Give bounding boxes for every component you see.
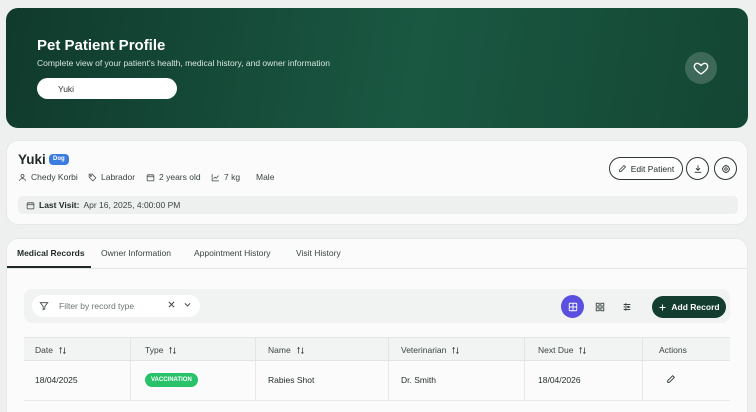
filter-icon <box>39 302 49 311</box>
last-visit-label: Last Visit: <box>39 200 80 210</box>
patient-search-input[interactable] <box>37 78 177 99</box>
plus-icon <box>659 304 666 310</box>
last-visit-bar: Last Visit: Apr 16, 2025, 4:00:00 PM <box>18 196 738 214</box>
edit-patient-label: Edit Patient <box>630 163 675 174</box>
records-toolbar: Filter by record type Add Record <box>24 289 730 323</box>
weight-meta: 7 kg <box>211 171 240 183</box>
user-icon <box>19 173 26 181</box>
tab-appointment-history[interactable]: Appointment History <box>194 248 271 258</box>
age-meta: 2 years old <box>146 171 201 183</box>
owner-name: Chedy Korbi <box>31 172 78 182</box>
filter-actions <box>167 300 192 309</box>
tab-medical-records[interactable]: Medical Records <box>17 248 85 258</box>
medical-records-table: Date Type Name Veterinarian Next Due Act… <box>24 337 730 401</box>
age: 2 years old <box>159 172 201 182</box>
column-actions: Actions <box>659 345 687 355</box>
record-type-badge: VACCINATION <box>145 373 198 387</box>
tab-owner-information[interactable]: Owner Information <box>101 248 171 258</box>
cell-date: 18/04/2025 <box>35 375 78 385</box>
sort-icon <box>296 346 304 354</box>
sex: Male <box>256 172 275 182</box>
chart-line-icon <box>211 173 219 181</box>
record-type-filter[interactable]: Filter by record type <box>32 295 200 317</box>
calendar-icon <box>26 201 35 209</box>
column-next-due[interactable]: Next Due <box>538 345 587 355</box>
breed: Labrador <box>101 172 136 182</box>
pet-name: Yuki <box>18 152 46 167</box>
column-type[interactable]: Type <box>145 345 177 355</box>
pencil-icon <box>667 375 675 383</box>
column-name[interactable]: Name <box>268 345 305 355</box>
owner-meta: Chedy Korbi <box>18 171 78 183</box>
filters-button[interactable] <box>615 295 638 318</box>
column-veterinarian[interactable]: Veterinarian <box>401 345 460 355</box>
sliders-icon <box>623 302 630 311</box>
add-record-button[interactable]: Add Record <box>652 296 726 318</box>
calendar-icon <box>146 173 155 181</box>
breed-meta: Labrador <box>88 171 135 183</box>
sex-meta: Male <box>256 171 274 183</box>
page-title: Pet Patient Profile <box>37 37 166 54</box>
table-header: Date Type Name Veterinarian Next Due Act… <box>24 337 730 361</box>
gear-icon <box>721 164 730 173</box>
hero-banner: Pet Patient Profile Complete view of you… <box>6 8 748 128</box>
sort-icon <box>169 346 177 354</box>
tab-bar: Medical Records Owner Information Appoin… <box>7 239 747 269</box>
close-icon[interactable] <box>167 300 176 309</box>
cell-next-due: 18/04/2026 <box>538 375 581 385</box>
grid-view-button[interactable] <box>588 295 611 318</box>
add-record-label: Add Record <box>671 302 720 312</box>
table-view-button[interactable] <box>561 295 584 318</box>
column-date[interactable]: Date <box>35 345 67 355</box>
tab-visit-history[interactable]: Visit History <box>296 248 341 258</box>
last-visit-value: Apr 16, 2025, 4:00:00 PM <box>83 200 181 210</box>
chevron-down-icon[interactable] <box>183 300 192 309</box>
sort-icon <box>579 346 587 354</box>
weight: 7 kg <box>224 172 241 182</box>
records-card: Medical Records Owner Information Appoin… <box>6 238 748 412</box>
sort-icon <box>452 346 460 354</box>
download-icon <box>694 164 701 173</box>
page-subtitle: Complete view of your patient's health, … <box>37 58 330 68</box>
sort-icon <box>59 346 66 354</box>
pencil-icon <box>618 164 626 172</box>
filter-placeholder: Filter by record type <box>59 301 135 311</box>
table-icon <box>568 302 577 311</box>
grid-icon <box>595 302 604 311</box>
patient-profile-card: Yuki Dog Chedy Korbi Labrador 2 years ol… <box>6 140 748 225</box>
active-tab-indicator <box>7 266 91 268</box>
cell-veterinarian: Dr. Smith <box>401 375 436 385</box>
cell-name: Rabies Shot <box>268 375 315 385</box>
heart-icon <box>693 62 709 75</box>
edit-patient-button[interactable]: Edit Patient <box>609 157 683 180</box>
download-button[interactable] <box>686 157 709 180</box>
tag-icon <box>88 173 97 181</box>
species-badge: Dog <box>49 154 69 165</box>
view-toggle-group <box>561 295 638 318</box>
edit-record-button[interactable] <box>666 374 676 384</box>
settings-button[interactable] <box>714 157 737 180</box>
favorite-button[interactable] <box>685 52 717 84</box>
table-row[interactable]: 18/04/2025 VACCINATION Rabies Shot Dr. S… <box>24 361 730 401</box>
